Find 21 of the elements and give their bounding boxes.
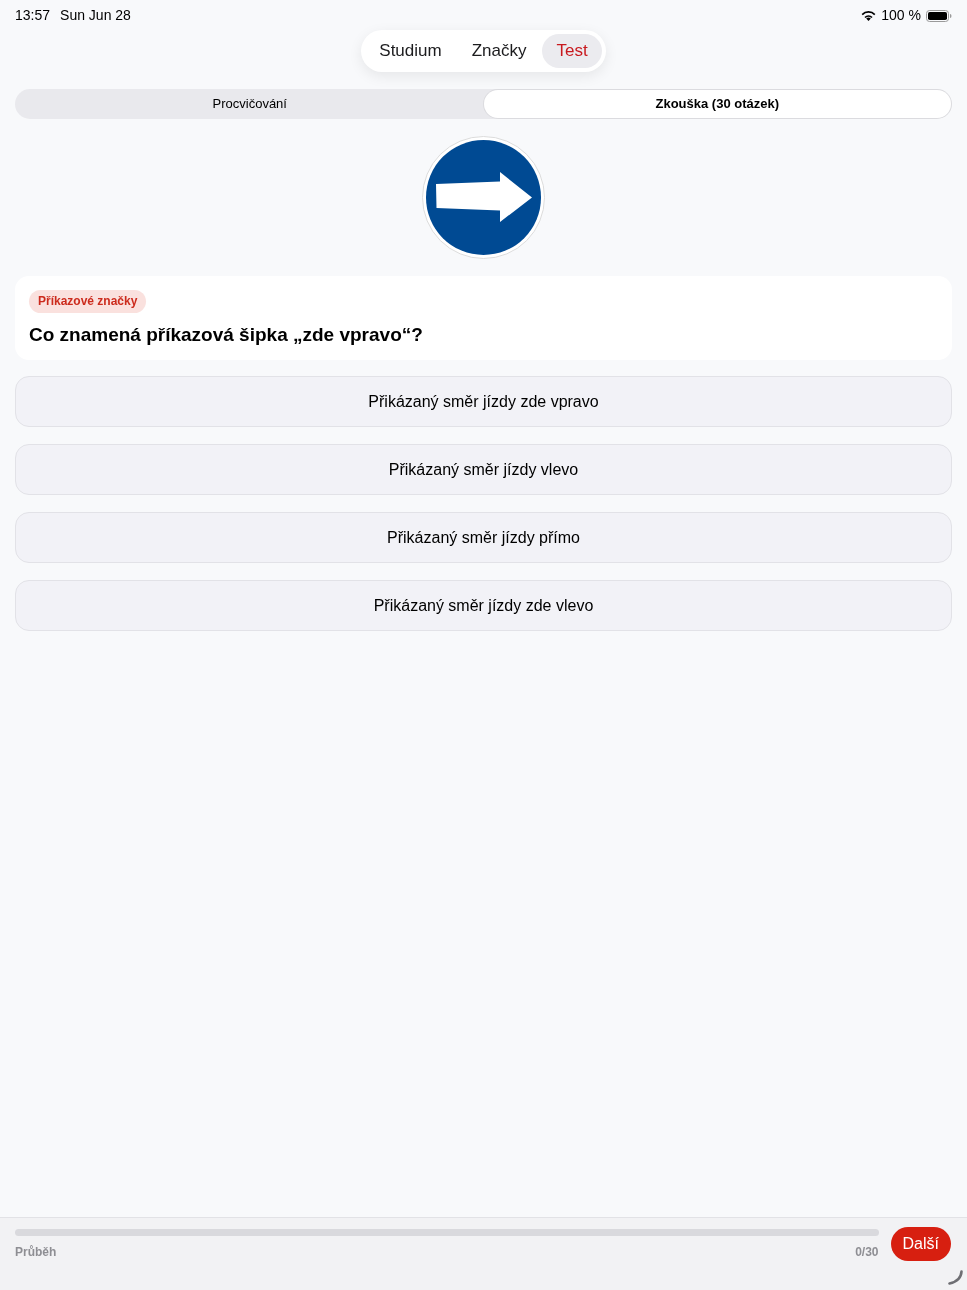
right-arrow-sign-icon bbox=[422, 136, 545, 259]
tab[interactable]: Test bbox=[542, 34, 602, 68]
segment[interactable]: Procvičování bbox=[16, 90, 484, 118]
segment[interactable]: Zkouška (30 otázek) bbox=[483, 90, 951, 118]
category-tag: Příkazové značky bbox=[29, 290, 147, 313]
status-time: 13:57 bbox=[15, 6, 51, 25]
next-button[interactable]: Další bbox=[890, 1227, 951, 1261]
battery-icon bbox=[926, 9, 952, 22]
progress-label: Průběh bbox=[15, 1244, 57, 1261]
tab[interactable]: Studium bbox=[365, 34, 456, 68]
answer-option[interactable]: Přikázaný směr jízdy zde vpravo bbox=[15, 376, 952, 427]
answer-option[interactable]: Přikázaný směr jízdy zde vlevo bbox=[15, 580, 952, 631]
battery-percentage: 100 % bbox=[881, 6, 921, 25]
wifi-icon bbox=[861, 10, 877, 21]
answer-option[interactable]: Přikázaný směr jízdy vlevo bbox=[15, 444, 952, 495]
tab[interactable]: Značky bbox=[457, 34, 541, 68]
progress-count: 0/30 bbox=[855, 1244, 879, 1261]
question-text: Co znamená příkazová šipka „zde vpravo“? bbox=[29, 323, 423, 347]
corner-arc-icon bbox=[948, 1270, 963, 1285]
status-date: Sun Jun 28 bbox=[60, 6, 131, 25]
answer-option[interactable]: Přikázaný směr jízdy přímo bbox=[15, 512, 952, 563]
